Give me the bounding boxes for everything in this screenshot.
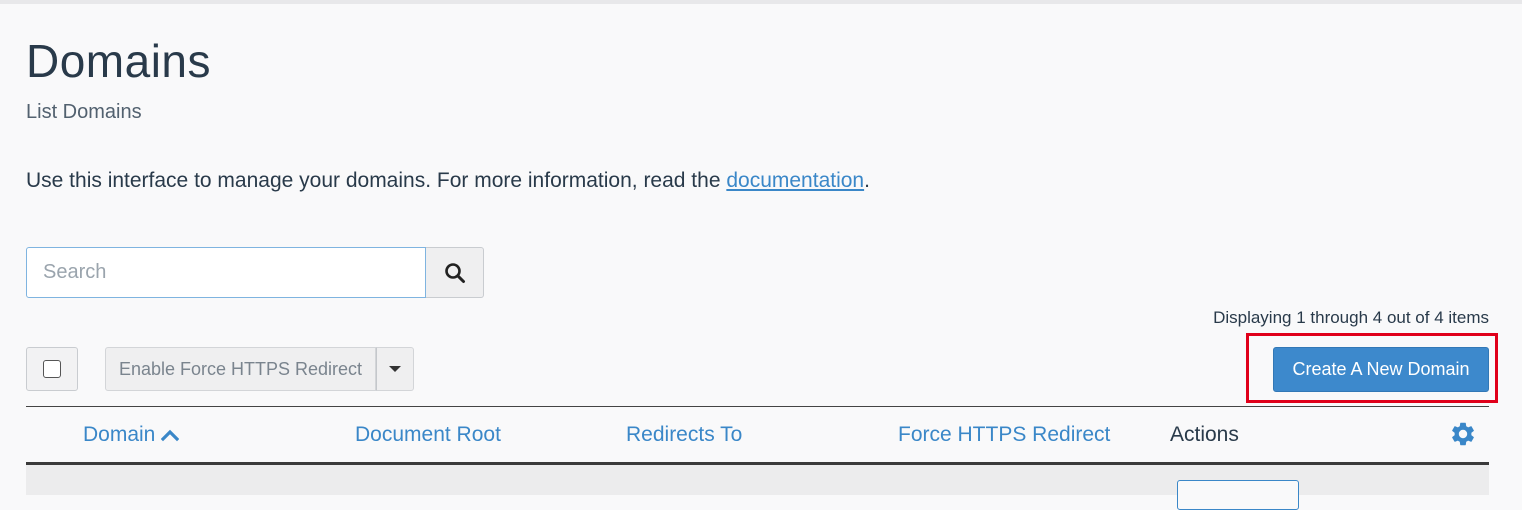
column-header-document-root[interactable]: Document Root (355, 423, 501, 447)
gear-icon[interactable] (1449, 420, 1477, 448)
create-new-domain-button[interactable]: Create A New Domain (1273, 347, 1489, 392)
bulk-action-group: Enable Force HTTPS Redirect (105, 347, 414, 391)
row-action-button[interactable] (1177, 480, 1299, 510)
select-all-checkbox[interactable] (26, 347, 78, 391)
page-title: Domains (26, 35, 212, 87)
bulk-action-dropdown-toggle[interactable] (376, 347, 414, 391)
search-bar (26, 247, 484, 298)
top-bar (0, 0, 1522, 4)
column-header-redirects-to[interactable]: Redirects To (626, 423, 742, 447)
table-header: Domain Document Root Redirects To Force … (26, 407, 1489, 462)
search-button[interactable] (426, 247, 484, 298)
caret-down-icon (389, 366, 401, 372)
pagination-summary: Displaying 1 through 4 out of 4 items (1213, 308, 1489, 327)
enable-force-https-button[interactable]: Enable Force HTTPS Redirect (105, 347, 376, 391)
intro-text-body: Use this interface to manage your domain… (26, 169, 727, 192)
column-header-domain[interactable]: Domain (83, 423, 180, 447)
documentation-link[interactable]: documentation (726, 169, 864, 192)
column-header-domain-label: Domain (83, 423, 156, 446)
search-input[interactable] (26, 247, 426, 298)
intro-text: Use this interface to manage your domain… (26, 169, 870, 193)
column-header-force-https[interactable]: Force HTTPS Redirect (898, 423, 1110, 447)
intro-text-suffix: . (864, 169, 870, 192)
page-subtitle: List Domains (26, 101, 142, 123)
column-header-actions: Actions (1170, 423, 1239, 446)
search-icon (444, 262, 465, 283)
table-row (26, 465, 1489, 510)
checkbox-box[interactable] (43, 360, 61, 378)
chevron-up-icon (161, 429, 180, 442)
